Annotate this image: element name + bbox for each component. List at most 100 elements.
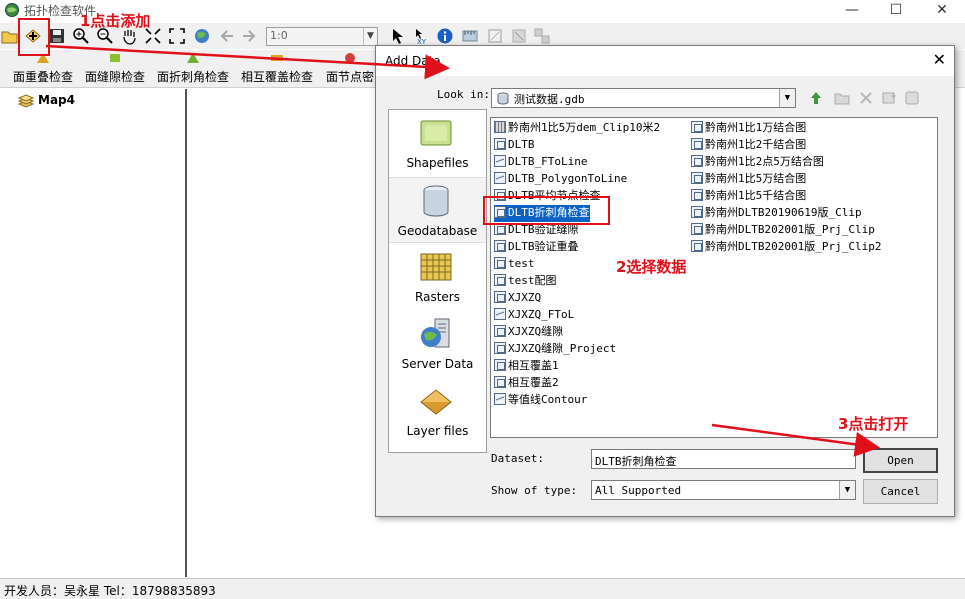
- check-button-label: 面缝隙检查: [84, 70, 145, 84]
- list-item-label: XJXZQ缝隙_Project: [508, 342, 617, 355]
- list-item[interactable]: XJXZQ: [494, 290, 541, 307]
- catalog-rasters[interactable]: Rasters: [389, 244, 486, 310]
- back-arrow-icon[interactable]: [218, 27, 236, 45]
- fixed-zoom-icon[interactable]: [168, 27, 186, 45]
- polygon-featureclass-icon: [691, 240, 703, 252]
- list-item-label: test配图: [508, 274, 557, 287]
- list-item[interactable]: test: [494, 256, 535, 273]
- polygon-featureclass-icon: [691, 206, 703, 218]
- check-tool-icon: [345, 53, 355, 63]
- chevron-down-icon[interactable]: ▼: [779, 89, 795, 107]
- list-item[interactable]: DLTB验证重叠: [494, 239, 579, 256]
- dialog-close-button[interactable]: ✕: [933, 50, 946, 69]
- polygon-featureclass-icon: [494, 359, 506, 371]
- list-item[interactable]: test配图: [494, 273, 557, 290]
- list-item[interactable]: XJXZQ_FToL: [494, 307, 574, 324]
- dataset-label: Dataset:: [491, 452, 544, 465]
- new-folder-icon: [834, 93, 850, 105]
- overlap-check-button[interactable]: 面重叠检查: [10, 52, 76, 86]
- selected-dataset-highlight-box: [483, 196, 610, 225]
- chevron-down-icon[interactable]: ▼: [363, 28, 377, 45]
- list-item-label: DLTB_FToLine: [508, 155, 588, 168]
- list-item[interactable]: 黔南州1比5千结合图: [691, 188, 806, 205]
- disconnect-icon: [905, 91, 919, 105]
- forward-arrow-icon[interactable]: [240, 27, 258, 45]
- list-item[interactable]: 黔南州1比2点5万结合图: [691, 154, 824, 171]
- dataset-input[interactable]: DLTB折刺角检查: [591, 449, 856, 469]
- gap-check-button[interactable]: 面缝隙检查: [82, 52, 148, 86]
- geodatabase-icon: [497, 92, 509, 105]
- maximize-button[interactable]: ☐: [873, 0, 919, 22]
- scale-combobox[interactable]: 1:0 ▼: [266, 27, 378, 46]
- add-data-highlight-box: [18, 18, 50, 56]
- map-node[interactable]: Map4: [38, 93, 75, 107]
- list-item-label: XJXZQ: [508, 291, 542, 304]
- list-item[interactable]: DLTB_PolygonToLine: [494, 171, 627, 188]
- info-icon[interactable]: [436, 27, 454, 45]
- close-button[interactable]: ✕: [919, 0, 965, 22]
- list-item-label: 黔南州DLTB202001版_Prj_Clip2: [705, 240, 882, 253]
- show-type-label: Show of type:: [491, 484, 578, 497]
- show-type-select[interactable]: All Supported ▼: [591, 480, 856, 500]
- list-item[interactable]: 黔南州1比5万结合图: [691, 171, 806, 188]
- catalog-server-data[interactable]: Server Data: [389, 311, 486, 377]
- select-pointer-icon[interactable]: [389, 27, 407, 45]
- measure-icon[interactable]: [461, 27, 479, 45]
- polygon-featureclass-icon: [494, 325, 506, 337]
- list-item[interactable]: DLTB: [494, 137, 535, 154]
- list-item[interactable]: 相互覆盖1: [494, 358, 559, 375]
- dataset-list[interactable]: 黔南州1比5万dem_Clip10米2 DLTB DLTB_FToLine DLTB_…: [490, 117, 938, 438]
- list-item[interactable]: 黔南州DLTB20190619版_Clip: [691, 205, 862, 222]
- catalog-shapefiles[interactable]: Shapefiles: [389, 110, 486, 176]
- look-in-combobox[interactable]: 测试数据.gdb ▼: [491, 88, 796, 108]
- list-item[interactable]: DLTB_FToLine: [494, 154, 587, 171]
- catalog-label: Geodatabase: [397, 224, 478, 238]
- disabled-tool-icon-1: [486, 27, 504, 45]
- disabled-tool-icon-2: [510, 27, 528, 45]
- save-icon[interactable]: [48, 27, 66, 45]
- list-item[interactable]: 黔南州1比2千结合图: [691, 137, 806, 154]
- open-folder-icon[interactable]: [1, 27, 19, 45]
- check-icon-shape-2: [187, 53, 199, 63]
- node-density-check-button[interactable]: 面节点密: [322, 52, 378, 86]
- raster-grid-icon: [420, 253, 452, 281]
- show-type-value: All Supported: [595, 484, 682, 497]
- developer-info: 开发人员：吴永星 Tel：18798835893: [4, 584, 216, 598]
- minimize-button[interactable]: —: [829, 0, 875, 22]
- open-button[interactable]: Open: [863, 448, 938, 473]
- chevron-down-icon[interactable]: ▼: [839, 481, 855, 499]
- list-item-label: 黔南州1比5万dem_Clip10米2: [508, 121, 661, 134]
- list-item-label: 黔南州DLTB202001版_Prj_Clip: [705, 223, 875, 236]
- cancel-button[interactable]: Cancel: [863, 479, 938, 504]
- list-item[interactable]: XJXZQ缝隙: [494, 324, 563, 341]
- xy-coordinate-icon[interactable]: XY: [412, 27, 430, 45]
- list-item-label: 黔南州1比1万结合图: [705, 121, 807, 134]
- line-featureclass-icon: [494, 172, 506, 184]
- list-item-label: DLTB_PolygonToLine: [508, 172, 628, 185]
- catalog-layer-files[interactable]: Layer files: [389, 378, 486, 444]
- polygon-featureclass-icon: [494, 291, 506, 303]
- catalog-geodatabase[interactable]: Geodatabase: [389, 177, 486, 243]
- list-item[interactable]: XJXZQ缝隙_Project: [494, 341, 616, 358]
- list-item[interactable]: 相互覆盖2: [494, 375, 559, 392]
- list-item[interactable]: 等值线Contour: [494, 392, 587, 409]
- connect-icon: [882, 92, 896, 104]
- polygon-featureclass-icon: [691, 172, 703, 184]
- globe-icon[interactable]: [193, 27, 211, 45]
- look-in-label: Look in:: [437, 88, 490, 101]
- list-item[interactable]: 黔南州1比1万结合图: [691, 120, 806, 137]
- svg-text:XY: XY: [417, 38, 427, 45]
- list-item[interactable]: 黔南州DLTB202001版_Prj_Clip: [691, 222, 875, 239]
- catalog-sidebar: Shapefiles Geodatabase Rasters Server Da…: [388, 109, 487, 453]
- check-tool-icon: [187, 53, 199, 63]
- list-item[interactable]: 黔南州1比5万dem_Clip10米2: [494, 120, 660, 137]
- step2-annotation: 2选择数据: [616, 258, 687, 276]
- mutual-cover-check-button[interactable]: 相互覆盖检查: [238, 52, 316, 86]
- check-icon-shape-1: [110, 54, 120, 62]
- check-tool-icon: [271, 55, 283, 61]
- list-item[interactable]: 黔南州DLTB202001版_Prj_Clip2: [691, 239, 881, 256]
- up-level-icon[interactable]: [808, 90, 824, 106]
- step3-annotation: 3点击打开: [838, 415, 909, 433]
- list-item-label: test: [508, 257, 535, 270]
- spike-angle-check-button[interactable]: 面折刺角检查: [154, 52, 232, 86]
